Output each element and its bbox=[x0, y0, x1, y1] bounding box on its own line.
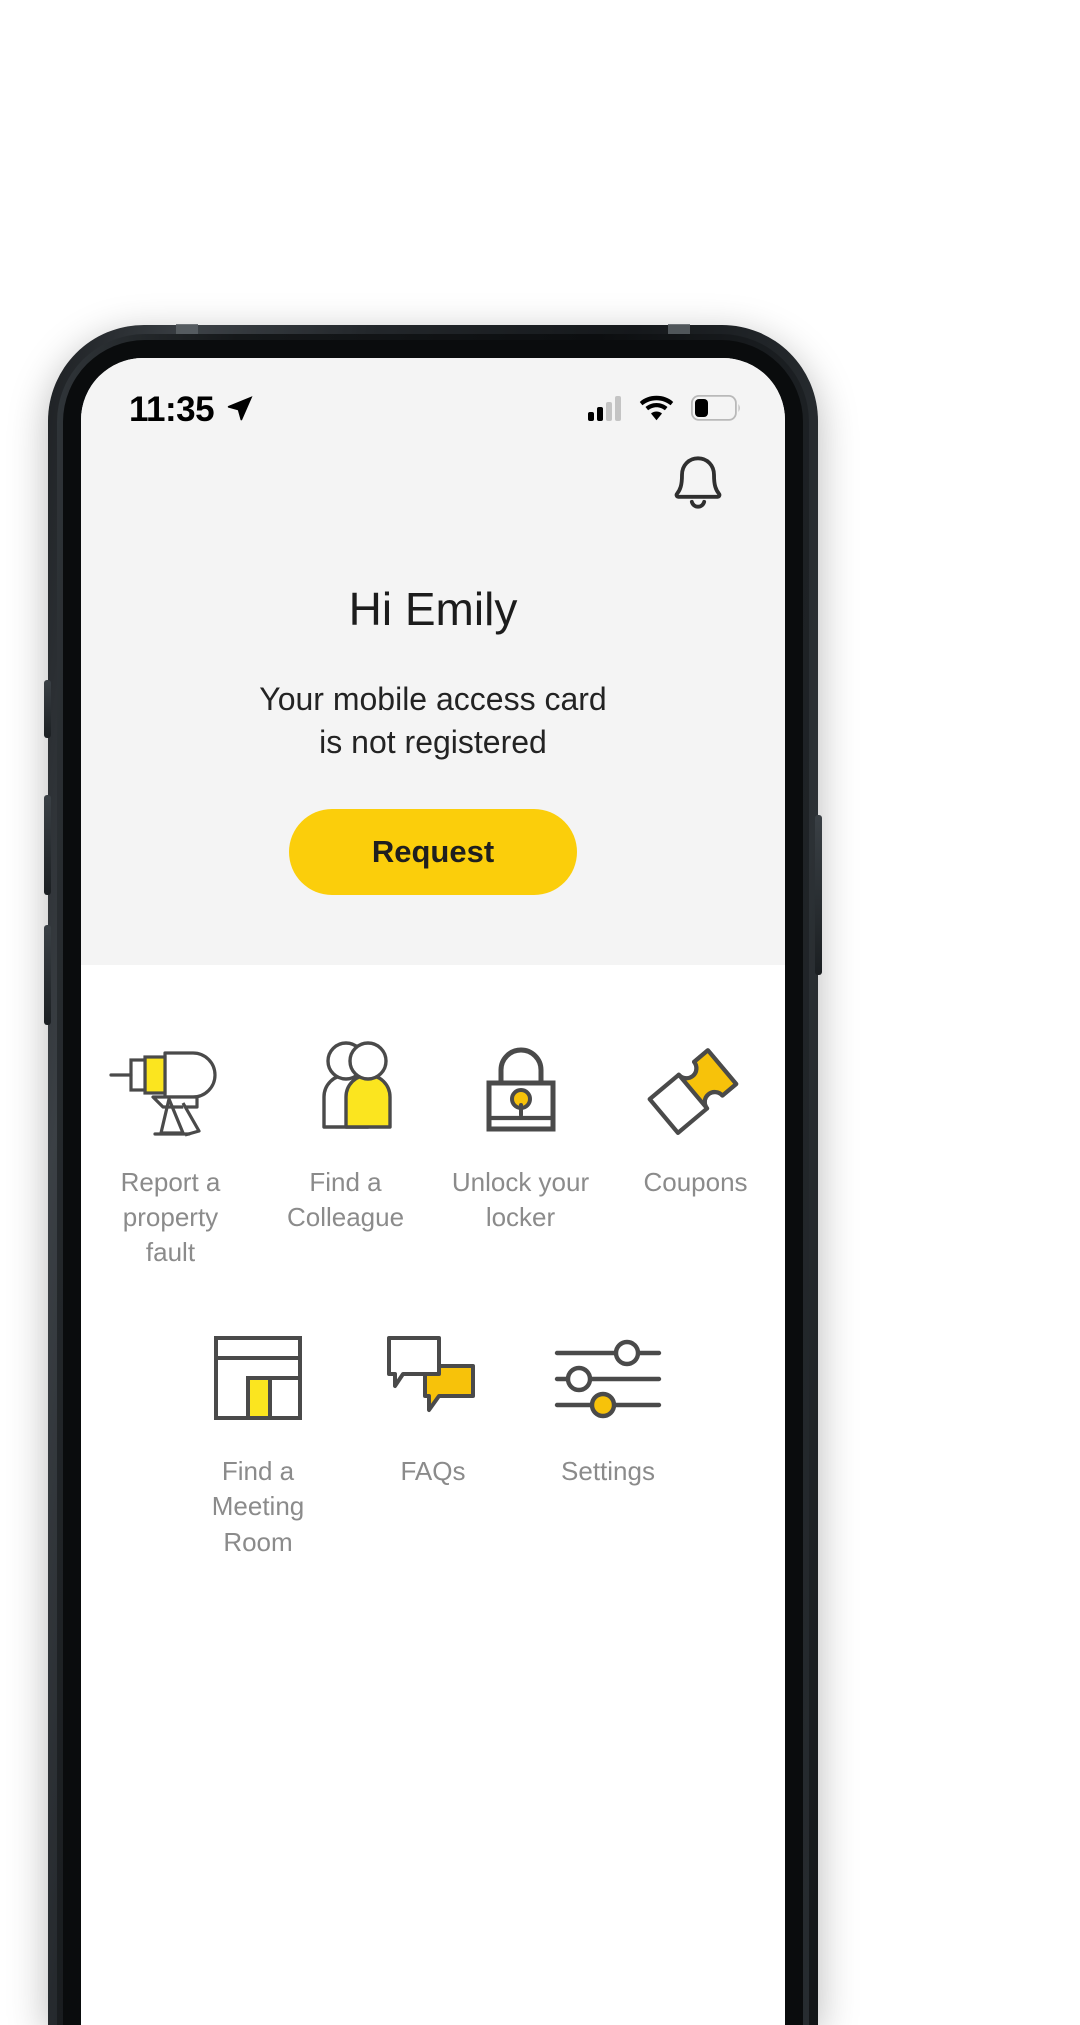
meeting-room-icon bbox=[208, 1326, 308, 1430]
shortcuts-row-2: Find a Meeting Room FAQs Settings bbox=[81, 1326, 785, 1559]
access-card-status: Your mobile access card is not registere… bbox=[81, 678, 785, 763]
status-bar-left: 11:35 bbox=[129, 390, 255, 430]
shortcuts-row-1: Report a property fault Find a Colleague… bbox=[81, 1037, 785, 1270]
shortcut-label-line2: Colleague bbox=[286, 1202, 405, 1233]
shortcut-label: Settings bbox=[561, 1454, 655, 1489]
bell-icon bbox=[669, 453, 727, 518]
shortcut-label-line1: Find a bbox=[221, 1456, 295, 1487]
shortcut-label: Find a Colleague bbox=[287, 1165, 404, 1235]
cta-container: Request bbox=[81, 809, 785, 896]
shortcut-label-line1: FAQs bbox=[400, 1456, 466, 1487]
shortcut-find-colleague[interactable]: Find a Colleague bbox=[258, 1037, 433, 1235]
shortcut-find-meeting-room[interactable]: Find a Meeting Room bbox=[171, 1326, 346, 1559]
sliders-icon bbox=[553, 1326, 663, 1430]
request-button[interactable]: Request bbox=[289, 809, 577, 896]
cellular-signal-icon bbox=[588, 395, 622, 426]
status-bar-right bbox=[588, 394, 741, 426]
shortcut-label: Coupons bbox=[643, 1165, 747, 1200]
shortcut-label-line3: fault bbox=[145, 1237, 196, 1268]
header-panel: Hi Emily Your mobile access card is not … bbox=[81, 444, 785, 966]
shortcut-label-line1: Find a bbox=[309, 1167, 382, 1198]
shortcut-settings[interactable]: Settings bbox=[521, 1326, 696, 1489]
padlock-icon bbox=[471, 1037, 571, 1141]
phone-mockup: 11:35 Hi Emily Your mobile access card i… bbox=[44, 324, 822, 2025]
power-button[interactable] bbox=[815, 815, 822, 975]
status-bar: 11:35 bbox=[81, 358, 785, 444]
volume-up-button[interactable] bbox=[44, 795, 51, 895]
access-card-status-line2: is not registered bbox=[319, 723, 547, 760]
page-title: Hi Emily bbox=[348, 583, 518, 635]
shortcut-label-line3: Room bbox=[223, 1526, 293, 1557]
location-arrow-icon bbox=[225, 393, 255, 428]
shortcut-coupons[interactable]: Coupons bbox=[608, 1037, 783, 1200]
shortcut-label: Unlock your locker bbox=[452, 1165, 589, 1235]
chat-bubbles-icon bbox=[381, 1326, 485, 1430]
shortcut-label: Find a Meeting Room bbox=[212, 1454, 305, 1559]
shortcut-label-line2: Meeting bbox=[211, 1491, 305, 1522]
shortcut-label-line2: property bbox=[122, 1202, 219, 1233]
shortcut-label-line1: Settings bbox=[561, 1456, 655, 1487]
drill-icon bbox=[108, 1037, 233, 1141]
shortcut-faqs[interactable]: FAQs bbox=[346, 1326, 521, 1489]
shortcut-label-line1: Report a bbox=[120, 1167, 221, 1198]
mute-switch[interactable] bbox=[44, 680, 51, 738]
notification-bell-button[interactable] bbox=[663, 450, 733, 520]
shortcut-report-property-fault[interactable]: Report a property fault bbox=[83, 1037, 258, 1270]
shortcut-label-line1: Unlock your bbox=[451, 1167, 590, 1198]
shortcut-label-line1: Coupons bbox=[643, 1167, 748, 1198]
battery-icon bbox=[690, 394, 741, 426]
phone-screen: 11:35 Hi Emily Your mobile access card i… bbox=[81, 358, 785, 2025]
people-icon bbox=[294, 1037, 398, 1141]
shortcut-label: Report a property fault bbox=[121, 1165, 221, 1270]
shortcut-unlock-locker[interactable]: Unlock your locker bbox=[433, 1037, 608, 1235]
shortcut-label-line2: locker bbox=[485, 1202, 556, 1233]
shortcuts-grid: Report a property fault Find a Colleague… bbox=[81, 965, 785, 1560]
header-toolbar bbox=[81, 444, 785, 520]
ticket-icon bbox=[642, 1037, 750, 1141]
status-time: 11:35 bbox=[129, 390, 215, 429]
volume-down-button[interactable] bbox=[44, 925, 51, 1025]
access-card-status-line1: Your mobile access card bbox=[259, 681, 607, 717]
shortcut-label: FAQs bbox=[400, 1454, 465, 1489]
wifi-icon bbox=[639, 395, 674, 426]
